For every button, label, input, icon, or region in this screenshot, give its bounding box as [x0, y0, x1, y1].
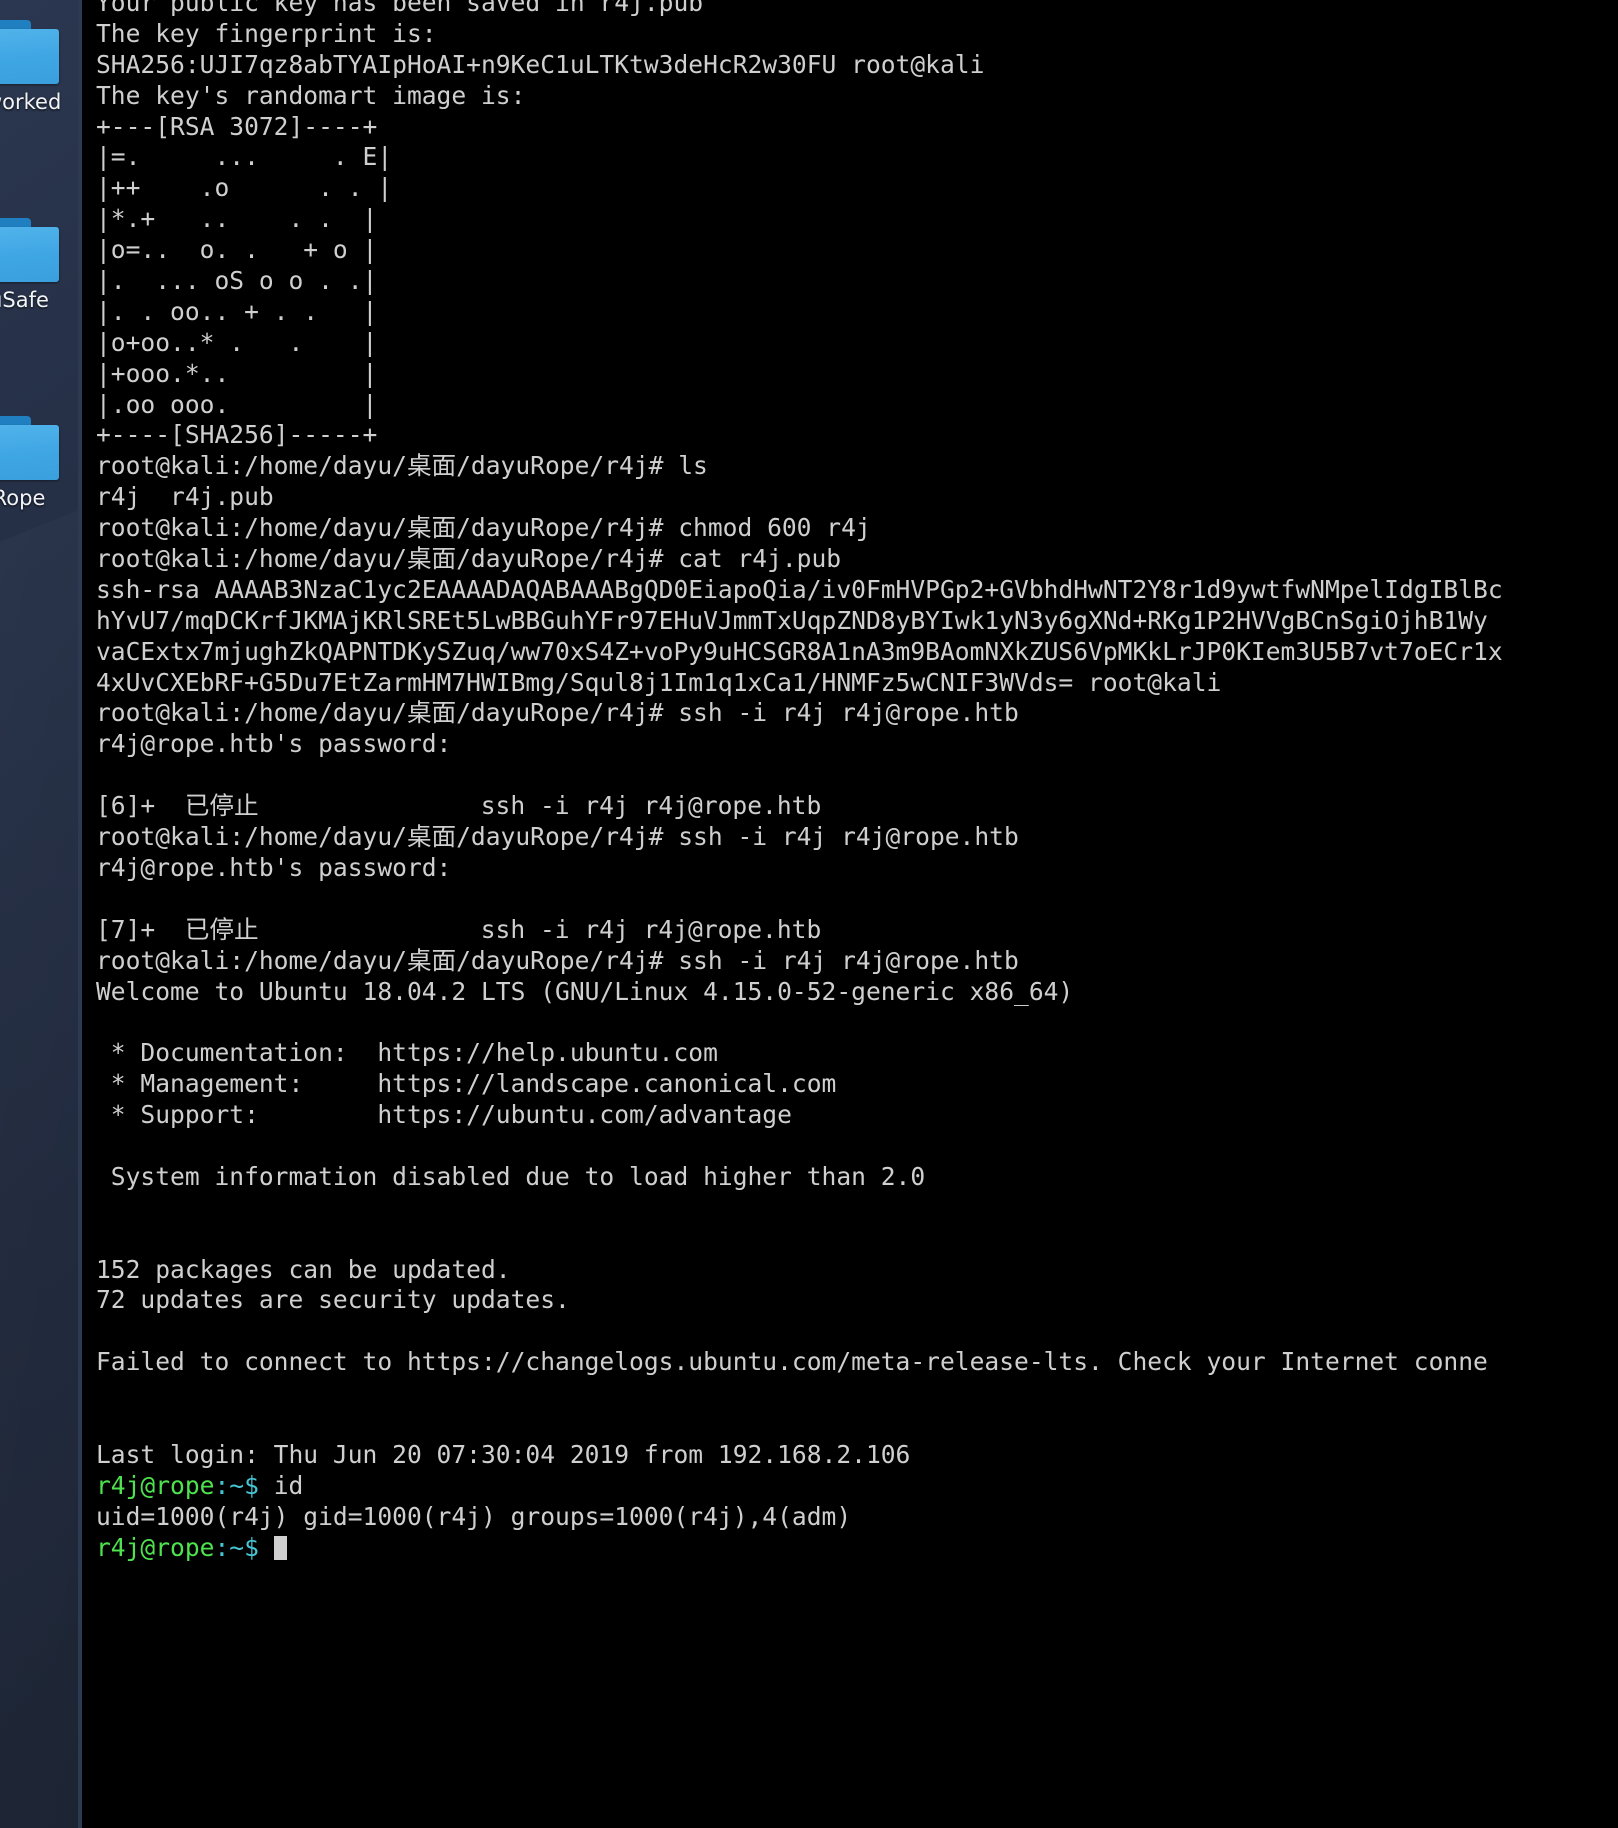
folder-icon	[0, 20, 59, 84]
desktop-background: tworked uSafe Rope Your public key has b…	[0, 0, 1618, 1828]
terminal-line: |++ .o . . |	[96, 173, 393, 203]
terminal-line: |+ooo.*.. |	[96, 358, 378, 388]
terminal-line: r4j@rope.htb's password:	[96, 729, 452, 759]
shell-prompt-path: :~$	[214, 1470, 274, 1500]
terminal-line: Failed to connect to https://changelogs.…	[96, 1347, 1488, 1377]
terminal-line: The key fingerprint is:	[96, 18, 437, 48]
terminal-line: |.oo ooo. |	[96, 389, 378, 419]
terminal-line: |. . oo.. + . . |	[96, 296, 378, 326]
terminal-active-prompt-line[interactable]: r4j@rope:~$	[96, 1533, 1618, 1564]
terminal-line: +---[RSA 3072]----+	[96, 111, 378, 141]
shell-prompt-user-host: r4j@rope	[96, 1532, 215, 1562]
folder-icon	[0, 218, 59, 283]
shell-prompt-user-host: r4j@rope	[96, 1470, 215, 1500]
terminal-line: |o+oo..* . . |	[96, 327, 378, 357]
terminal-line: The key's randomart image is:	[96, 80, 526, 110]
terminal-line: [6]+ 已停止 ssh -i r4j r4j@rope.htb	[96, 791, 822, 821]
terminal-line: r4j r4j.pub	[96, 482, 274, 512]
terminal-line: 4xUvCXEbRF+G5Du7EtZarmHM7HWIBmg/Squl8j1I…	[96, 667, 1222, 697]
terminal-line: SHA256:UJI7qz8abTYAIpHoAI+n9KeC1uLTKtw3d…	[96, 49, 985, 79]
terminal-line: root@kali:/home/dayu/桌面/dayuRope/r4j# ss…	[96, 822, 1019, 852]
terminal-line: +----[SHA256]-----+	[96, 420, 378, 450]
typed-command-id: id	[273, 1470, 304, 1500]
terminal-line: root@kali:/home/dayu/桌面/dayuRope/r4j# ss…	[96, 945, 1019, 975]
terminal-line: 152 packages can be updated.	[96, 1254, 511, 1284]
terminal-line: * Documentation: https://help.ubuntu.com	[96, 1038, 718, 1068]
terminal-line: root@kali:/home/dayu/桌面/dayuRope/r4j# ss…	[96, 698, 1019, 728]
terminal-cursor	[273, 1535, 287, 1560]
terminal-line: r4j@rope.htb's password:	[96, 852, 452, 882]
terminal-line: ssh-rsa AAAAB3NzaC1yc2EAAAADAQABAAABgQD0…	[96, 574, 1503, 604]
id-command-output: uid=1000(r4j) gid=1000(r4j) groups=1000(…	[96, 1501, 852, 1531]
terminal-line: Last login: Thu Jun 20 07:30:04 2019 fro…	[96, 1439, 911, 1469]
terminal-line: |*.+ .. . . |	[96, 204, 378, 234]
terminal-line: vaCExtx7mjughZkQAPNTDKySZuq/ww70xS4Z+voP…	[96, 636, 1503, 666]
terminal-output-area[interactable]: Your public key has been saved in r4j.pu…	[96, 0, 1618, 1563]
terminal-line: System information disabled due to load …	[96, 1161, 926, 1191]
terminal-line: |=. ... . E|	[96, 142, 393, 172]
terminal-line: Welcome to Ubuntu 18.04.2 LTS (GNU/Linux…	[96, 976, 1074, 1006]
shell-prompt-path: :~$	[214, 1532, 274, 1562]
terminal-line: hYvU7/mqDCKrfJKMAjKRlSREt5LwBBGuhYFr97EH…	[96, 605, 1488, 635]
terminal-line: |. ... oS o o . .|	[96, 266, 378, 296]
terminal-prompt-line-id: r4j@rope:~$ id	[96, 1471, 1618, 1502]
terminal-line: 72 updates are security updates.	[96, 1285, 570, 1315]
terminal-line: root@kali:/home/dayu/桌面/dayuRope/r4j# ca…	[96, 544, 842, 574]
terminal-line: * Support: https://ubuntu.com/advantage	[96, 1100, 792, 1130]
terminal-line: root@kali:/home/dayu/桌面/dayuRope/r4j# ch…	[96, 513, 871, 543]
terminal-line: * Management: https://landscape.canonica…	[96, 1069, 837, 1099]
terminal-line: |o=.. o. . + o |	[96, 235, 378, 265]
terminal-window[interactable]: Your public key has been saved in r4j.pu…	[78, 0, 1618, 1828]
folder-icon	[0, 416, 59, 481]
terminal-line: Your public key has been saved in r4j.pu…	[96, 0, 704, 17]
terminal-scrollback: Your public key has been saved in r4j.pu…	[96, 0, 1618, 1471]
terminal-line: root@kali:/home/dayu/桌面/dayuRope/r4j# ls	[96, 451, 708, 481]
terminal-line: [7]+ 已停止 ssh -i r4j r4j@rope.htb	[96, 914, 822, 944]
